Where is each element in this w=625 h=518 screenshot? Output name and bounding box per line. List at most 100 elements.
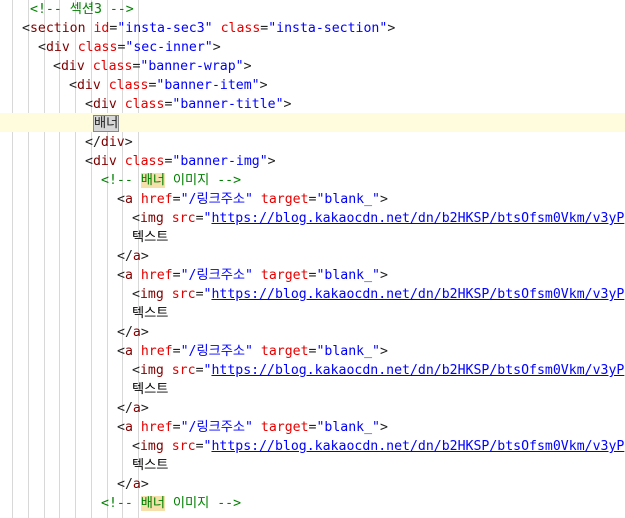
- code-token: >: [243, 59, 252, 74]
- code-token: class: [77, 40, 118, 55]
- code-line[interactable]: <div class="banner-title">: [0, 95, 625, 114]
- code-line[interactable]: </div>: [0, 133, 625, 152]
- code-token: a: [124, 344, 133, 359]
- code-token: src: [171, 287, 196, 302]
- code-line[interactable]: <img src="https://blog.kakaocdn.net/dn/b…: [0, 361, 625, 380]
- code-token: =: [195, 363, 204, 378]
- code-line[interactable]: </a>: [0, 399, 625, 418]
- code-token: >: [140, 401, 149, 416]
- code-token: <: [53, 59, 61, 74]
- code-token: 배너: [93, 115, 120, 132]
- code-line[interactable]: <a href="/링크주소" target="blank_">: [0, 342, 625, 361]
- code-token: 텍스트: [132, 230, 169, 245]
- code-token: href: [140, 344, 173, 359]
- code-line[interactable]: <div class="banner-img">: [0, 152, 625, 171]
- code-token: <: [132, 211, 140, 226]
- code-token: div: [45, 40, 70, 55]
- code-token: >: [387, 21, 396, 36]
- code-token: section: [29, 21, 86, 36]
- code-token: class: [108, 78, 149, 93]
- code-token: <!-- 섹션3 -->: [30, 2, 134, 17]
- code-token: https://blog.kakaocdn.net/dn/b2HKSP/btsO…: [211, 287, 625, 302]
- code-token: a: [132, 477, 141, 492]
- code-token: img: [139, 211, 164, 226]
- code-token: div: [60, 59, 85, 74]
- code-token: =: [195, 439, 204, 454]
- code-line[interactable]: <!-- 섹션3 -->: [0, 0, 625, 19]
- code-token: div: [100, 135, 125, 150]
- code-line[interactable]: <div class="banner-wrap">: [0, 57, 625, 76]
- code-token: >: [259, 78, 268, 93]
- code-token: a: [132, 401, 141, 416]
- code-token: >: [140, 325, 149, 340]
- code-line[interactable]: <div class="sec-inner">: [0, 38, 625, 57]
- code-token: =: [172, 268, 181, 283]
- code-editor[interactable]: <!-- 섹션3 --> <section id="insta-sec3" cla…: [0, 0, 625, 518]
- code-token: </: [117, 477, 133, 492]
- code-token: div: [92, 97, 117, 112]
- code-token: <: [38, 40, 46, 55]
- code-line[interactable]: <a href="/링크주소" target="blank_">: [0, 266, 625, 285]
- code-token: src: [171, 211, 196, 226]
- code-token: src: [171, 363, 196, 378]
- code-token: target: [260, 344, 309, 359]
- code-line[interactable]: <div class="banner-item">: [0, 76, 625, 95]
- code-token: href: [140, 420, 173, 435]
- code-token: </: [117, 249, 133, 264]
- code-token: href: [140, 192, 173, 207]
- code-line[interactable]: <section id="insta-sec3" class="insta-se…: [0, 19, 625, 38]
- code-line[interactable]: <!-- 배너 이미지 -->: [0, 171, 625, 190]
- code-line[interactable]: </a>: [0, 323, 625, 342]
- code-token: "blank_": [316, 344, 381, 359]
- code-token: href: [140, 268, 173, 283]
- code-line[interactable]: <img src="https://blog.kakaocdn.net/dn/b…: [0, 437, 625, 456]
- code-line[interactable]: </a>: [0, 247, 625, 266]
- code-token: <!--: [101, 173, 141, 188]
- code-token: >: [140, 249, 149, 264]
- code-line[interactable]: <img src="https://blog.kakaocdn.net/dn/b…: [0, 285, 625, 304]
- code-token: "banner-item": [156, 78, 260, 93]
- code-line[interactable]: <img src="https://blog.kakaocdn.net/dn/b…: [0, 209, 625, 228]
- code-token: 배너: [140, 496, 165, 511]
- code-token: 배너: [140, 173, 165, 188]
- code-token: src: [171, 439, 196, 454]
- code-line[interactable]: 텍스트: [0, 228, 625, 247]
- code-line[interactable]: 텍스트: [0, 304, 625, 323]
- code-token: =: [172, 420, 181, 435]
- code-token: "banner-wrap": [140, 59, 244, 74]
- code-token: "/링크주소": [180, 268, 253, 283]
- code-token: <: [85, 154, 93, 169]
- code-line[interactable]: 배너: [0, 114, 625, 133]
- code-line[interactable]: 텍스트: [0, 380, 625, 399]
- code-token: </: [117, 401, 133, 416]
- code-token: <: [117, 268, 125, 283]
- code-line[interactable]: <!-- 배너 이미지 -->: [0, 494, 625, 513]
- code-token: class: [220, 21, 261, 36]
- code-line[interactable]: 텍스트: [0, 456, 625, 475]
- code-token: <: [69, 78, 77, 93]
- code-token: "insta-section": [268, 21, 388, 36]
- code-token: </: [117, 325, 133, 340]
- code-line[interactable]: <a href="/링크주소" target="blank_">: [0, 190, 625, 209]
- code-token: https://blog.kakaocdn.net/dn/b2HKSP/btsO…: [211, 363, 625, 378]
- code-token: https://blog.kakaocdn.net/dn/b2HKSP/btsO…: [211, 211, 625, 226]
- code-token: a: [124, 192, 133, 207]
- code-token: "blank_": [316, 268, 381, 283]
- code-token: "/링크주소": [180, 344, 253, 359]
- code-token: id: [93, 21, 110, 36]
- code-token: img: [139, 363, 164, 378]
- code-token: 텍스트: [132, 306, 169, 321]
- code-token: class: [92, 59, 133, 74]
- code-token: "sec-inner": [125, 40, 213, 55]
- code-token: "insta-sec3": [117, 21, 213, 36]
- code-line[interactable]: <a href="/링크주소" target="blank_">: [0, 418, 625, 437]
- code-line[interactable]: </a>: [0, 475, 625, 494]
